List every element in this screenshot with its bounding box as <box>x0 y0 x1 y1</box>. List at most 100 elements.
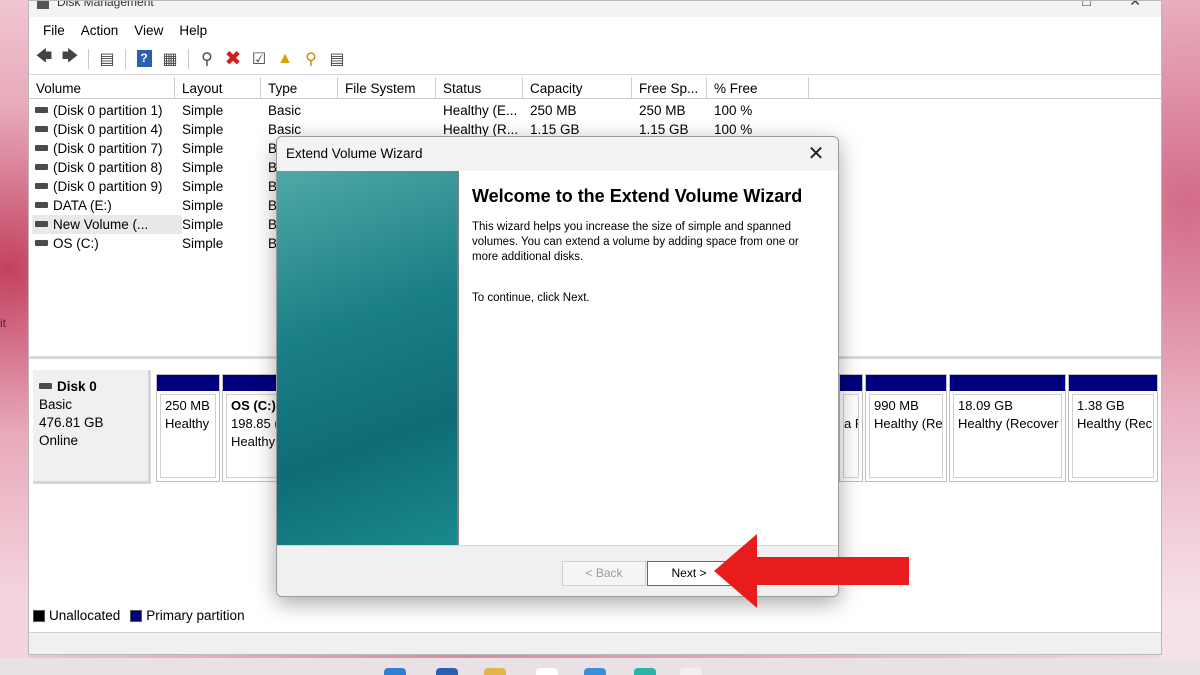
close-icon[interactable]: ✕ <box>804 142 828 166</box>
cell-layout: Simple <box>182 236 224 251</box>
disk-icon <box>35 126 48 132</box>
desktop-text-fragment: it <box>0 316 6 330</box>
wizard-title: Extend Volume Wizard <box>286 146 423 161</box>
partition-partial[interactable]: a P <box>839 374 863 482</box>
legend-swatch-unallocated <box>33 609 45 622</box>
col-type[interactable]: Type <box>261 77 338 99</box>
col-volume[interactable]: Volume <box>29 77 175 99</box>
status-bar <box>29 632 1161 654</box>
cell-volume: OS (C:) <box>29 234 175 253</box>
toolbar-separator <box>88 48 89 69</box>
legend-primary: Primary partition <box>146 608 245 623</box>
delete-icon[interactable]: ✖ <box>222 48 244 70</box>
menu-file[interactable]: File <box>35 23 73 38</box>
disk-state: Online <box>39 433 79 448</box>
disk-0-label[interactable]: Disk 0 Basic 476.81 GB Online <box>33 370 151 484</box>
rescan-icon[interactable]: ▲ <box>274 48 296 70</box>
partition-info: 18.09 GB Healthy (Recover <box>953 394 1062 478</box>
taskbar <box>0 658 1200 675</box>
extend-volume-wizard-dialog: Extend Volume Wizard ✕ Welcome to the Ex… <box>276 136 839 597</box>
taskbar-app-icon[interactable] <box>680 668 702 675</box>
disk-icon <box>35 107 48 113</box>
cell-type: Basic <box>268 103 302 118</box>
partition-bar <box>157 375 219 391</box>
file-explorer-icon[interactable] <box>484 668 506 675</box>
wallpaper-right <box>1160 0 1200 675</box>
col-free-space[interactable]: Free Sp... <box>632 77 707 99</box>
cell-layout: Simple <box>182 141 224 156</box>
col-file-system[interactable]: File System <box>338 77 436 99</box>
partition-990mb[interactable]: 990 MB Healthy (Re <box>865 374 947 482</box>
col-layout[interactable]: Layout <box>175 77 261 99</box>
partition-recovery[interactable]: 18.09 GB Healthy (Recover <box>949 374 1066 482</box>
menu-action[interactable]: Action <box>73 23 127 38</box>
annotation-arrow-icon <box>714 534 909 608</box>
window-title: Disk Management <box>57 1 154 9</box>
cell-pct: 100 % <box>714 103 753 118</box>
back-arrow-icon[interactable]: 🡄 <box>33 48 55 70</box>
wizard-side-banner <box>277 171 457 545</box>
volume-table-header: Volume Layout Type File System Status Ca… <box>29 77 1161 99</box>
col-percent-free[interactable]: % Free <box>707 77 809 99</box>
disk-icon <box>35 221 48 227</box>
menu-help[interactable]: Help <box>171 23 215 38</box>
disk-icon <box>35 202 48 208</box>
partition-info: a P <box>843 394 859 478</box>
wizard-title-bar: Extend Volume Wizard ✕ <box>277 137 838 171</box>
minimize-icon[interactable]: □ <box>1083 1 1091 9</box>
cell-free: 250 MB <box>639 103 686 118</box>
menu-view[interactable]: View <box>126 23 171 38</box>
partition-info: 250 MB Healthy <box>160 394 216 478</box>
cell-volume: (Disk 0 partition 1) <box>29 101 175 120</box>
cell-status: Healthy (E... <box>443 103 518 118</box>
cell-volume: DATA (E:) <box>29 196 175 215</box>
details-pane-icon[interactable]: ▦ <box>159 48 181 70</box>
disk-icon <box>35 183 48 189</box>
legend-swatch-primary <box>130 609 143 622</box>
search-icon[interactable]: ⚲ <box>300 48 322 70</box>
toolbar-separator <box>125 48 126 69</box>
toolbar-separator <box>188 48 189 69</box>
cell-layout: Simple <box>182 198 224 213</box>
disk-size: 476.81 GB <box>39 415 104 430</box>
col-status[interactable]: Status <box>436 77 523 99</box>
partition-bar <box>950 375 1065 391</box>
forward-arrow-icon[interactable]: 🡆 <box>59 48 81 70</box>
close-window-icon[interactable]: ✕ <box>1129 1 1141 10</box>
connect-icon[interactable]: ⚲ <box>196 48 218 70</box>
partition-1-38gb[interactable]: 1.38 GB Healthy (Rec <box>1068 374 1158 482</box>
taskbar-app-icon[interactable] <box>436 668 458 675</box>
col-capacity[interactable]: Capacity <box>523 77 632 99</box>
disk-icon <box>35 164 48 170</box>
partition-bar <box>840 375 862 391</box>
cell-layout: Simple <box>182 160 224 175</box>
taskbar-app-icon[interactable] <box>634 668 656 675</box>
taskbar-app-icon[interactable] <box>536 668 558 675</box>
cell-volume: (Disk 0 partition 7) <box>29 139 175 158</box>
table-row[interactable]: (Disk 0 partition 1) Simple Basic Health… <box>29 101 1161 120</box>
disk-icon <box>39 383 52 389</box>
toolbar: 🡄 🡆 ▤ ? ▦ ⚲ ✖ ☑ ▲ ⚲ ▤ <box>29 43 1161 75</box>
cell-layout: Simple <box>182 179 224 194</box>
partition-efi[interactable]: 250 MB Healthy <box>156 374 220 482</box>
cell-volume: (Disk 0 partition 4) <box>29 120 175 139</box>
menu-bar: File Action View Help <box>29 17 1161 43</box>
disk-kind: Basic <box>39 397 73 412</box>
console-tree-icon[interactable]: ▤ <box>96 48 118 70</box>
cell-volume: (Disk 0 partition 9) <box>29 177 175 196</box>
help-icon[interactable]: ? <box>133 48 155 70</box>
cell-layout: Simple <box>182 122 224 137</box>
wizard-banner-divider <box>457 171 459 545</box>
wizard-continue-hint: To continue, click Next. <box>472 292 590 304</box>
wizard-icon[interactable]: ▤ <box>326 48 348 70</box>
cell-layout: Simple <box>182 217 224 232</box>
wizard-content: Welcome to the Extend Volume Wizard This… <box>472 185 822 306</box>
browser-icon[interactable] <box>584 668 606 675</box>
wizard-description: This wizard helps you increase the size … <box>472 221 799 263</box>
wizard-heading: Welcome to the Extend Volume Wizard <box>472 186 803 206</box>
back-button[interactable]: < Back <box>562 561 646 586</box>
properties-icon[interactable]: ☑ <box>248 48 270 70</box>
legend-unallocated: Unallocated <box>49 608 121 623</box>
partition-info: 1.38 GB Healthy (Rec <box>1072 394 1154 478</box>
start-icon[interactable] <box>384 668 406 675</box>
